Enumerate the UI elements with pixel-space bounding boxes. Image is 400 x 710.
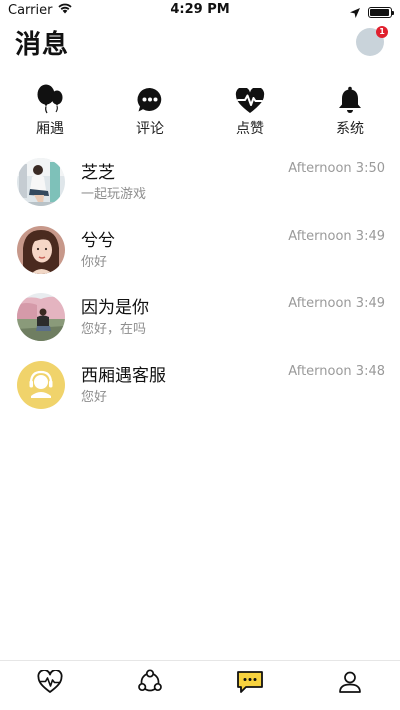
- contact-name: 西厢遇客服: [81, 365, 166, 386]
- last-message: 您好: [81, 389, 108, 405]
- chat-bubble-icon: [110, 84, 190, 114]
- category-xiangyu[interactable]: 厢遇: [10, 84, 90, 138]
- contact-name: 因为是你: [81, 298, 149, 318]
- message-time: Afternoon 3:48: [288, 363, 385, 379]
- status-time: 4:29 PM: [170, 2, 230, 17]
- conversation-row[interactable]: 芝芝 一起玩游戏 Afternoon 3:50: [0, 150, 400, 218]
- category-bar: 厢遇 评论 点赞 系统: [0, 84, 400, 140]
- contact-avatar: [17, 225, 65, 274]
- contact-avatar: [17, 158, 65, 206]
- category-label: 系统: [336, 121, 364, 137]
- conversation-row[interactable]: 因为是你 您好，在吗 Afternoon 3:49: [0, 285, 400, 353]
- message-time: Afternoon 3:49: [288, 296, 385, 311]
- category-label: 点赞: [236, 121, 264, 137]
- last-message: 您好，在吗: [81, 322, 147, 337]
- category-label: 评论: [136, 121, 164, 137]
- location-arrow-icon: [350, 3, 360, 22]
- category-likes[interactable]: 点赞: [210, 84, 290, 138]
- message-time: Afternoon 3:50: [288, 161, 385, 176]
- category-system[interactable]: 系统: [310, 84, 390, 138]
- network-icon: [137, 669, 163, 699]
- conversation-row[interactable]: 兮兮 你好 Afternoon 3:49: [0, 218, 400, 286]
- page-title: 消息: [15, 30, 70, 60]
- battery-level: [370, 9, 389, 16]
- heart-pulse-icon: [37, 669, 63, 698]
- status-bar: Carrier 4:29 PM: [0, 0, 400, 22]
- contact-name: 兮兮: [81, 230, 115, 251]
- heartbeat-icon: [210, 84, 290, 114]
- contact-name: 芝芝: [81, 163, 115, 183]
- status-right: [350, 3, 394, 22]
- conversation-list: 芝芝 一起玩游戏 Afternoon 3:50 兮兮 你好 Afternoon …: [0, 150, 400, 420]
- conversation-row[interactable]: 西厢遇客服 您好 Afternoon 3:48: [0, 353, 400, 421]
- notification-badge: 1: [376, 26, 388, 38]
- category-label: 厢遇: [36, 121, 64, 137]
- last-message: 你好: [81, 254, 108, 270]
- message-time: Afternoon 3:49: [288, 228, 385, 244]
- tab-heart[interactable]: [35, 669, 65, 699]
- category-comments[interactable]: 评论: [110, 84, 190, 138]
- tab-profile[interactable]: [335, 669, 365, 699]
- bell-icon: [310, 84, 390, 114]
- last-message: 一起玩游戏: [81, 187, 147, 202]
- tab-bar: [0, 660, 400, 710]
- message-icon: [236, 670, 264, 698]
- support-agent-avatar: [17, 360, 65, 409]
- user-avatar-button[interactable]: 1: [356, 26, 388, 56]
- contact-avatar: [17, 293, 65, 341]
- battery-icon: [368, 7, 394, 18]
- tab-network[interactable]: [135, 669, 165, 699]
- tab-messages[interactable]: [235, 669, 265, 699]
- balloons-icon: [10, 84, 90, 114]
- profile-icon: [338, 670, 362, 698]
